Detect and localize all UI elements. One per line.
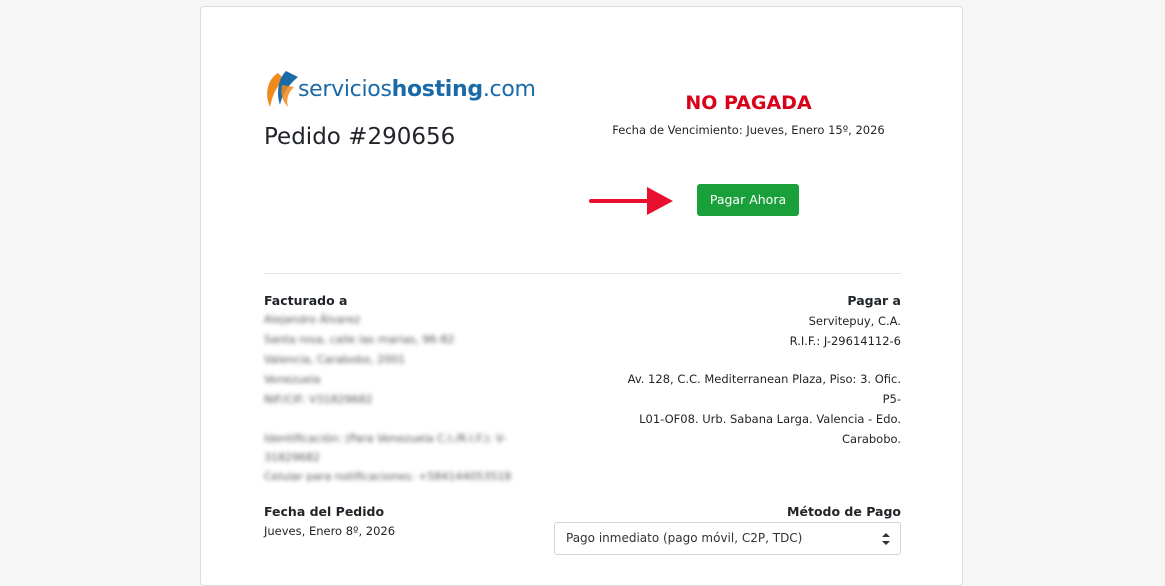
invoice-card: servicioshosting.com Pedido #290656 NO P… — [200, 6, 963, 586]
pay-to-heading: Pagar a — [847, 293, 901, 308]
order-date-heading: Fecha del Pedido — [264, 504, 385, 519]
payment-method-select[interactable]: Pago inmediato (pago móvil, C2P, TDC) — [554, 522, 901, 555]
pay-to-address-line: L01-OF08. Urb. Sabana Larga. Valencia - … — [639, 412, 901, 426]
pay-now-button[interactable]: Pagar Ahora — [697, 184, 799, 216]
billed-to-line: 31829682 — [264, 451, 320, 464]
billed-to-line: Venezuela — [264, 373, 321, 386]
order-date-value: Jueves, Enero 8º, 2026 — [264, 524, 396, 538]
due-date: Fecha de Vencimiento: Jueves, Enero 15º,… — [612, 123, 885, 137]
logo-wordmark: servicioshosting.com — [298, 77, 536, 102]
page-title: Pedido #290656 — [264, 124, 456, 150]
billed-to-line: Santa rosa, calle las marias, 96-82 — [264, 333, 455, 346]
payment-method-heading: Método de Pago — [787, 504, 901, 519]
billed-to-line: Alejandro Álvarez — [264, 313, 361, 326]
arrow-right-icon — [589, 187, 673, 215]
pay-to-address-line: Av. 128, C.C. Mediterranean Plaza, Piso:… — [627, 372, 901, 406]
pay-to-rif: R.I.F.: J-29614112-6 — [789, 334, 901, 348]
pay-to-address: Av. 128, C.C. Mediterranean Plaza, Piso:… — [606, 369, 901, 449]
billed-to-line: NIF/CIF: V31829682 — [264, 393, 373, 406]
divider — [264, 273, 901, 274]
status-badge: NO PAGADA — [685, 92, 812, 114]
company-logo: servicioshosting.com — [264, 69, 536, 111]
billed-to-line: Valencia, Carabobo, 2001 — [264, 353, 406, 366]
pay-to-address-line: Carabobo. — [842, 432, 901, 446]
billed-to-line: Identificación: (Para Venezuela C.I./R.I… — [264, 432, 507, 445]
select-caret-icon — [882, 533, 890, 545]
billed-to-line: Celular para notificaciones: +5841440535… — [264, 470, 512, 483]
payment-method-selected: Pago inmediato (pago móvil, C2P, TDC) — [566, 531, 803, 545]
billed-to-heading: Facturado a — [264, 293, 348, 308]
pay-to-company: Servitepuy, C.A. — [808, 314, 901, 328]
logo-mark-icon — [267, 71, 298, 107]
